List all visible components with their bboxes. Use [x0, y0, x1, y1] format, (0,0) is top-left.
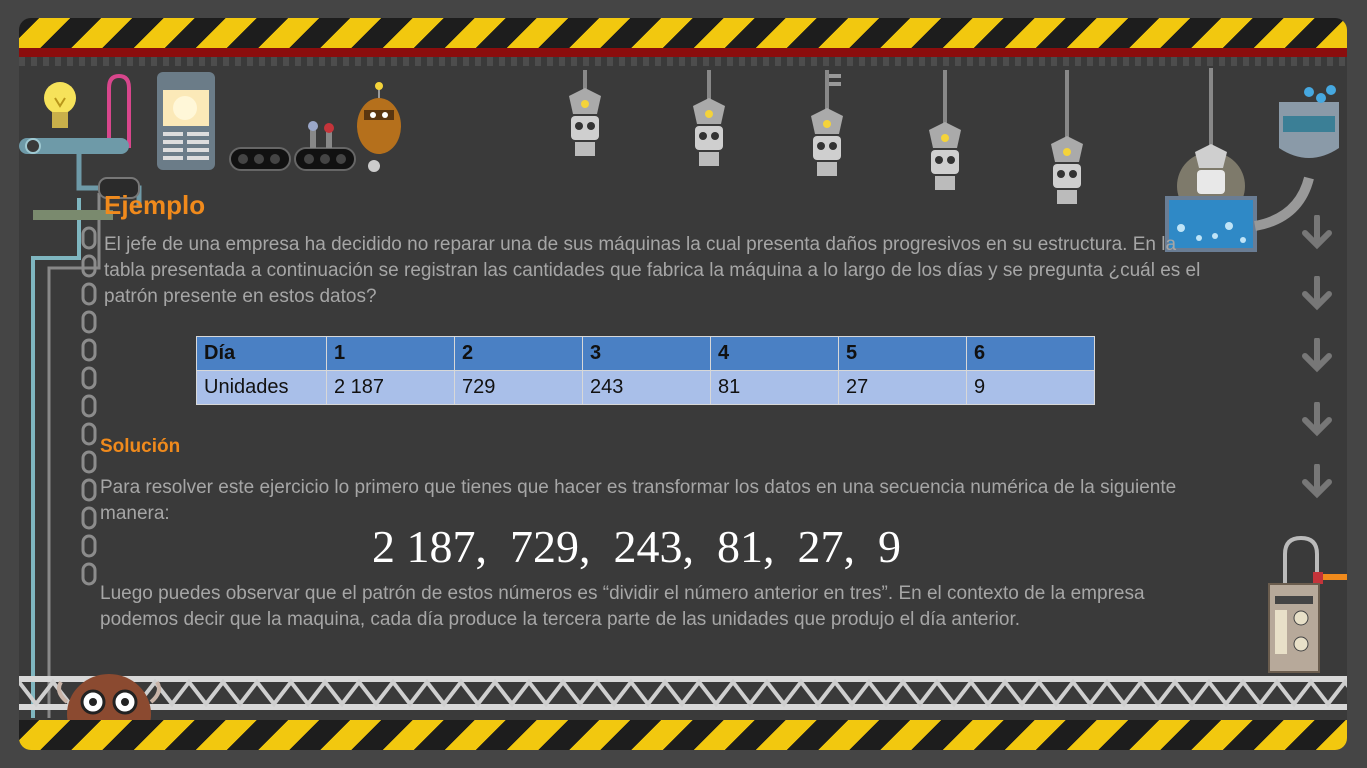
production-table: Día 1 2 3 4 5 6 Unidades 2 187 729 243 8…	[196, 336, 1095, 405]
table-header-cell: 2	[454, 336, 583, 371]
down-arrow-icon	[1302, 215, 1332, 250]
section-title: Ejemplo	[104, 190, 206, 220]
hanging-robot-icon	[811, 70, 843, 176]
machine-console-icon	[1268, 535, 1347, 673]
table-cell: Unidades	[196, 370, 327, 405]
table-header-cell: 5	[838, 336, 967, 371]
down-arrow-icon	[1302, 464, 1332, 499]
rail-teeth	[19, 57, 1347, 66]
hazard-stripe-top	[19, 18, 1347, 48]
table-cell: 2 187	[326, 370, 455, 405]
truss-beam	[19, 676, 1347, 710]
red-rail	[19, 48, 1347, 57]
hanging-robot-icon	[569, 70, 601, 156]
table-row: Unidades 2 187 729 243 81 27 9	[196, 370, 1095, 405]
hanging-robot-icon	[693, 70, 725, 166]
table-header-cell: 1	[326, 336, 455, 371]
table-header-cell: 4	[710, 336, 839, 371]
table-header-cell: 3	[582, 336, 711, 371]
conclusion-text: Luego puedes observar que el patrón de e…	[100, 583, 1145, 630]
table-cell: 729	[454, 370, 583, 405]
robot-worker-icon	[308, 82, 401, 172]
control-panel-icon	[157, 72, 215, 170]
table-cell: 243	[582, 370, 711, 405]
table-header-cell: Día	[196, 336, 327, 371]
hazard-stripe-bottom	[19, 720, 1347, 750]
number-sequence: 2 187, 729, 243, 81, 27, 9	[372, 521, 901, 572]
hanging-robot-icon	[1051, 70, 1083, 204]
table-header-row: Día 1 2 3 4 5 6	[196, 336, 1095, 371]
problem-statement: El jefe de una empresa ha decidido no re…	[104, 234, 1201, 307]
solution-heading: Solución	[100, 436, 181, 457]
table-header-cell: 6	[966, 336, 1095, 371]
hanging-robot-icon	[929, 70, 961, 190]
down-arrow-icon	[1302, 402, 1332, 437]
down-arrow-icon	[1302, 276, 1332, 311]
mole-robot-icon	[57, 674, 161, 720]
table-cell: 9	[966, 370, 1095, 405]
down-arrow-icon	[1302, 338, 1332, 373]
table-cell: 81	[710, 370, 839, 405]
lightbulb-icon	[44, 82, 76, 128]
table-cell: 27	[838, 370, 967, 405]
